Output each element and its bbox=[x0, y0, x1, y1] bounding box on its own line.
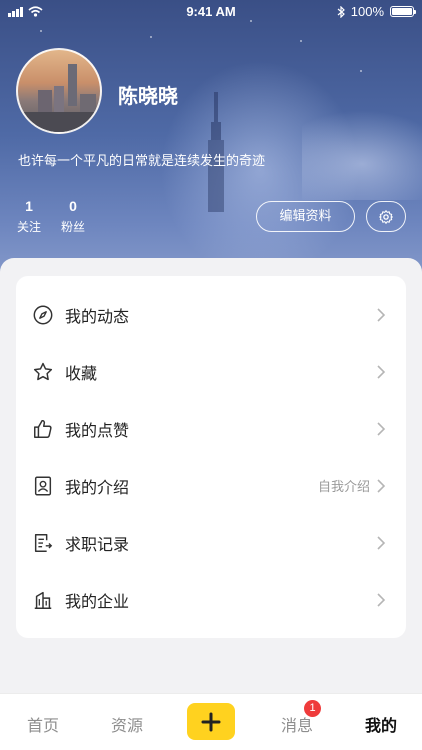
fans-label: 粉丝 bbox=[60, 220, 85, 234]
tab-me[interactable]: 我的 bbox=[365, 712, 397, 736]
battery-icon bbox=[390, 6, 416, 17]
menu-item-my-company[interactable]: 我的企业 bbox=[16, 571, 406, 628]
chevron-right-icon bbox=[377, 592, 386, 607]
menu-list: 我的动态 收藏 我的点赞 我的介绍 自我介绍 求职记录 我的企业 bbox=[16, 276, 406, 638]
add-button[interactable] bbox=[187, 703, 235, 740]
profile-name: 陈晓晓 bbox=[118, 84, 178, 108]
gear-icon bbox=[379, 209, 393, 224]
battery-percent: 100% bbox=[350, 4, 384, 19]
status-bar: 9:41 AM 100% bbox=[0, 0, 422, 24]
menu-item-favorites[interactable]: 收藏 bbox=[16, 343, 406, 400]
bluetooth-icon bbox=[337, 5, 345, 18]
menu-item-job-records[interactable]: 求职记录 bbox=[16, 514, 406, 571]
menu-item-label: 我的动态 bbox=[65, 306, 130, 326]
following-count: 1 bbox=[25, 198, 33, 214]
edit-profile-button[interactable]: 编辑资料 bbox=[256, 201, 355, 232]
tab-home[interactable]: 首页 bbox=[27, 712, 59, 736]
menu-item-label: 我的企业 bbox=[65, 591, 130, 611]
chevron-right-icon bbox=[377, 535, 386, 550]
menu-item-label: 我的点赞 bbox=[65, 420, 130, 440]
menu-item-my-likes[interactable]: 我的点赞 bbox=[16, 400, 406, 457]
following-label: 关注 bbox=[16, 220, 41, 234]
thumbs-up-icon bbox=[34, 419, 52, 438]
id-card-icon bbox=[34, 476, 52, 495]
menu-item-my-intro[interactable]: 我的介绍 自我介绍 bbox=[16, 457, 406, 514]
menu-item-hint: 自我介绍 bbox=[317, 480, 370, 495]
chevron-right-icon bbox=[377, 421, 386, 436]
avatar[interactable] bbox=[16, 48, 102, 134]
star-icon bbox=[33, 362, 53, 380]
tab-resources[interactable]: 资源 bbox=[111, 712, 143, 736]
menu-item-label: 求职记录 bbox=[65, 534, 130, 554]
menu-item-label: 收藏 bbox=[65, 363, 98, 383]
chevron-right-icon bbox=[377, 478, 386, 493]
menu-item-my-posts[interactable]: 我的动态 bbox=[16, 286, 406, 343]
chevron-right-icon bbox=[377, 364, 386, 379]
messages-badge: 1 bbox=[304, 700, 321, 717]
document-icon bbox=[34, 533, 53, 552]
compass-icon bbox=[33, 305, 53, 324]
fans-count: 0 bbox=[69, 198, 77, 214]
following-stat[interactable]: 1 关注 bbox=[16, 198, 42, 235]
building-icon bbox=[34, 591, 52, 609]
plus-icon bbox=[201, 712, 221, 731]
settings-button[interactable] bbox=[366, 201, 406, 232]
menu-item-label: 我的介绍 bbox=[65, 477, 130, 497]
fans-stat[interactable]: 0 粉丝 bbox=[58, 198, 88, 235]
chevron-right-icon bbox=[377, 307, 386, 322]
profile-bio: 也许每一个平凡的日常就是连续发生的奇迹 bbox=[18, 154, 266, 169]
